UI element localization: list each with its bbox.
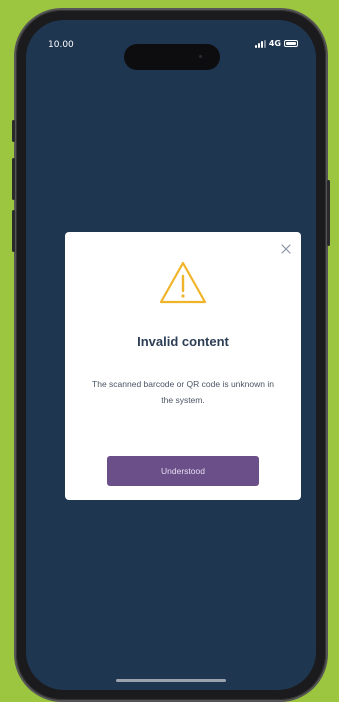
phone-screen: 10.00 4G Invalid content The scanned bar… bbox=[26, 20, 316, 690]
phone-power-button bbox=[327, 180, 330, 246]
home-indicator[interactable] bbox=[116, 679, 226, 682]
phone-volume-up-button bbox=[12, 158, 15, 200]
front-camera bbox=[199, 55, 202, 58]
phone-action-button bbox=[12, 120, 15, 142]
dialog-title: Invalid content bbox=[137, 334, 229, 349]
status-time: 10.00 bbox=[48, 40, 74, 50]
error-dialog: Invalid content The scanned barcode or Q… bbox=[65, 232, 301, 500]
battery-icon bbox=[284, 40, 298, 47]
close-icon[interactable] bbox=[280, 240, 292, 254]
warning-triangle-icon bbox=[158, 260, 208, 306]
signal-bars-icon bbox=[254, 39, 266, 48]
status-indicators: 4G bbox=[254, 39, 298, 48]
understood-button[interactable]: Understood bbox=[107, 456, 259, 486]
phone-frame: 10.00 4G Invalid content The scanned bar… bbox=[12, 10, 330, 700]
dynamic-island bbox=[124, 44, 220, 70]
phone-volume-down-button bbox=[12, 210, 15, 252]
status-bar: 10.00 4G bbox=[26, 34, 316, 70]
network-type: 4G bbox=[268, 39, 281, 48]
dialog-message: The scanned barcode or QR code is unknow… bbox=[92, 379, 274, 405]
